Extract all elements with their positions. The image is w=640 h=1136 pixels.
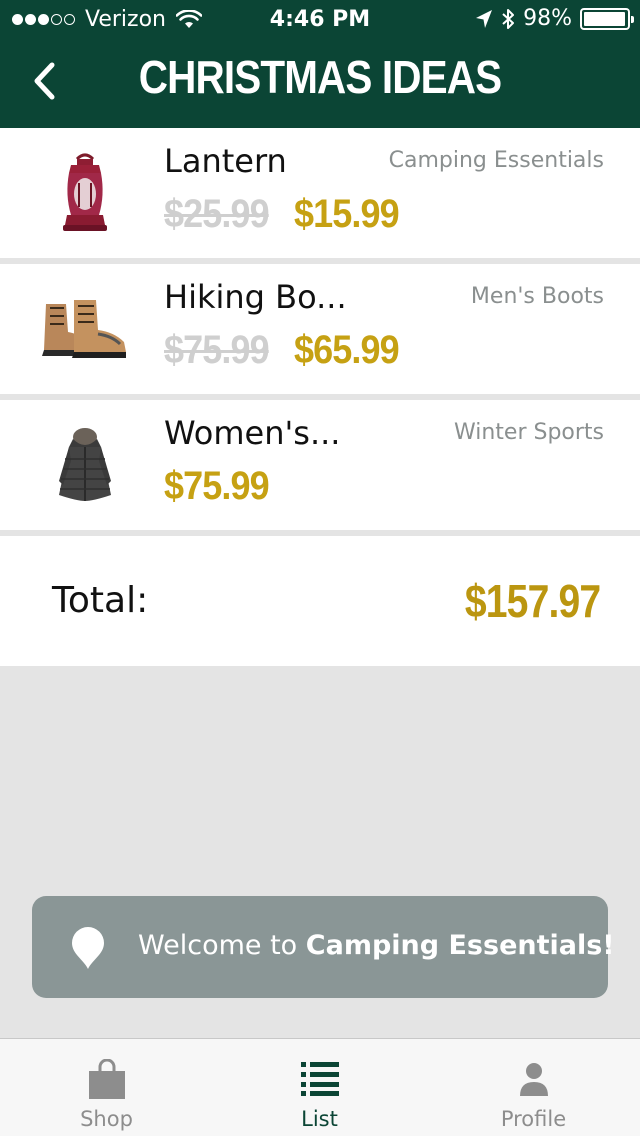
total-value: $157.97 [464,575,601,627]
total-label: Total: [52,580,149,621]
battery-icon [580,7,634,30]
battery-percentage: 98% [523,6,572,31]
original-price: $75.99 [164,328,270,372]
status-right: 98% [475,6,634,31]
winter-coat-icon [40,420,130,510]
list-item-hiking-boots[interactable]: Hiking Bo... Men's Boots $75.99 $65.99 [0,264,640,394]
tab-label: List [301,1107,338,1131]
location-arrow-icon [476,9,493,28]
tab-list[interactable]: List [213,1039,426,1136]
toast-store-name: Camping Essentials! [305,930,615,961]
item-category: Camping Essentials [388,148,604,173]
bluetooth-icon [502,8,515,29]
hiking-boots-icon [40,284,130,374]
sale-price: $15.99 [294,192,400,236]
tab-label: Shop [80,1107,133,1131]
item-category: Winter Sports [453,420,604,445]
item-name: Hiking Bo... [164,278,347,316]
item-name: Lantern [164,142,287,180]
item-name: Women's... [164,414,341,452]
toast-prefix: Welcome to [138,930,306,961]
location-pin-icon [72,927,104,969]
welcome-toast[interactable]: Welcome to Camping Essentials! [32,896,615,998]
app-header: Verizon 4:46 PM 98% CHRISTMAS IDEAS [0,0,640,128]
tab-profile[interactable]: Profile [427,1039,640,1136]
tab-shop[interactable]: Shop [0,1039,213,1136]
sale-price: $65.99 [294,328,400,372]
price-row: $75.99 [164,464,280,509]
original-price: $25.99 [164,192,270,236]
tab-bar: Shop List Profile [0,1038,640,1136]
navigation-bar: CHRISTMAS IDEAS [0,40,640,128]
lantern-icon [40,148,130,238]
list-item-womens-coat[interactable]: Women's... Winter Sports $75.99 [0,400,640,530]
sale-price: $75.99 [164,464,270,508]
shopping-bag-icon [0,1059,213,1099]
total-row: Total: $157.97 [0,536,640,666]
price-row: $75.99 $65.99 [164,328,411,373]
tab-label: Profile [500,1107,567,1131]
status-bar: Verizon 4:46 PM 98% [0,0,640,40]
list-icon [213,1059,426,1099]
item-category: Men's Boots [470,284,604,309]
toast-message: Welcome to Camping Essentials! [138,930,615,961]
page-title: CHRISTMAS IDEAS [138,51,502,103]
price-row: $25.99 $15.99 [164,192,411,237]
person-icon [427,1059,640,1099]
list-item-lantern[interactable]: Lantern Camping Essentials $25.99 $15.99 [0,128,640,258]
